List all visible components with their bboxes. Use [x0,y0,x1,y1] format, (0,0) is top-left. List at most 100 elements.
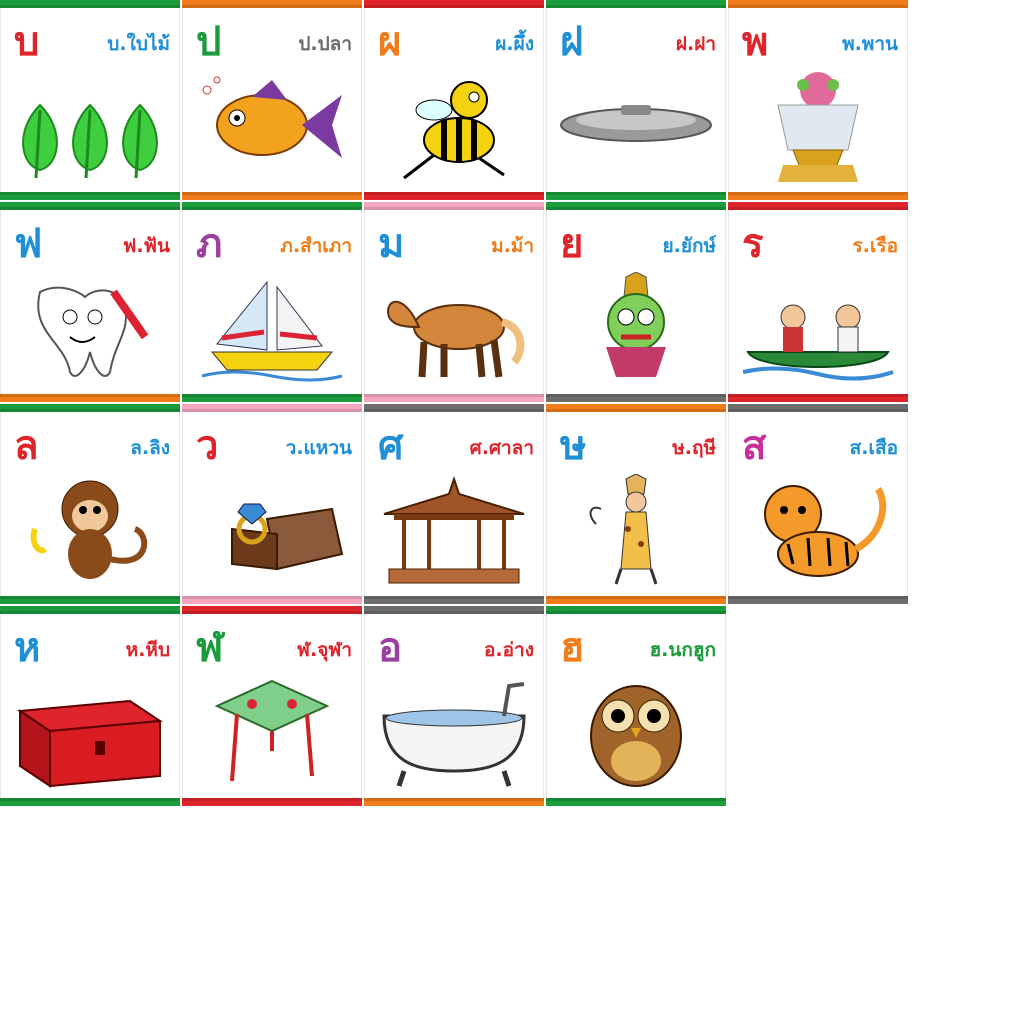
card-bottom-band [728,192,908,200]
card-top-band [182,202,362,210]
flashcard: ฟ ฟ.ฟัน [0,202,180,402]
fish-icon [192,70,352,185]
flashcard: ภ ภ.สำเภา [182,202,362,402]
card-word: ฮ.นกฮูก [649,639,716,661]
card-letter: ฮ [560,625,585,671]
card-word: ม.ม้า [491,235,534,257]
card-word: อ.อ่าง [484,639,534,661]
card-letter: ฬ [196,625,224,671]
card-word: ฟ.ฟัน [122,235,170,257]
card-bottom-band [0,596,180,604]
card-top-band [364,0,544,8]
chest-icon [10,676,170,791]
card-letter: ย [560,221,584,267]
flashcard: ป ป.ปลา [182,0,362,200]
flashcard: ฮ ฮ.นกฮูก [546,606,726,806]
monkey-icon [10,474,170,589]
card-letter: บ [14,19,40,65]
card-top-band [364,202,544,210]
bee-icon [374,70,534,185]
flashcard: ห ห.หีบ [0,606,180,806]
canoe-icon [738,272,898,387]
card-bottom-band [546,394,726,402]
card-word: ร.เรือ [852,235,898,257]
card-word: ภ.สำเภา [280,235,352,257]
card-word: ว.แหวน [285,437,352,459]
leaves-icon [10,70,170,185]
giant-icon [556,271,716,387]
card-word: ห.หีบ [125,639,170,661]
pavilion-icon [374,474,534,589]
card-bottom-band [182,596,362,604]
lid-icon [556,70,716,185]
card-top-band [0,606,180,614]
flashcard: ศ ศ.ศาลา [364,404,544,604]
card-top-band [0,0,180,8]
card-bottom-band [546,798,726,806]
card-top-band [364,606,544,614]
card-top-band [364,404,544,412]
card-top-band [0,202,180,210]
card-word: ล.ลิง [130,437,170,459]
flashcard: อ อ.อ่าง [364,606,544,806]
card-bottom-band [728,596,908,604]
card-top-band [546,202,726,210]
flashcard: ม ม.ม้า [364,202,544,402]
card-bottom-band [546,192,726,200]
offering-tray-icon [738,70,898,185]
card-top-band [728,404,908,412]
hermit-icon [556,473,716,589]
horse-icon [374,272,534,387]
flashcard: ร ร.เรือ [728,202,908,402]
card-top-band [182,404,362,412]
card-word: ศ.ศาลา [469,437,534,459]
card-letter: ม [378,221,405,267]
card-letter: ล [14,423,39,469]
flashcard: พ พ.พาน [728,0,908,200]
card-word: ษ.ฤษี [672,437,716,459]
card-bottom-band [364,798,544,806]
flashcard: ว ว.แหวน [182,404,362,604]
card-top-band [182,606,362,614]
card-bottom-band [0,798,180,806]
owl-icon [556,676,716,791]
card-bottom-band [182,192,362,200]
flashcard: ษ ษ.ฤษี [546,404,726,604]
card-top-band [728,0,908,8]
card-word: ส.เสือ [849,437,898,459]
card-top-band [0,404,180,412]
card-bottom-band [364,192,544,200]
card-letter: ห [14,625,41,671]
card-top-band [546,606,726,614]
bathtub-icon [374,676,534,791]
card-letter: ภ [196,221,223,267]
card-word: ป.ปลา [298,33,352,55]
card-word: บ.ใบไม้ [107,33,170,55]
card-letter: พ [742,19,769,65]
card-bottom-band [728,394,908,402]
card-word: ผ.ผึ้ง [495,33,534,55]
card-word: ฝ.ฝา [675,33,716,55]
card-letter: อ [378,625,403,671]
flashcard: ฬ ฬ.จุฬา [182,606,362,806]
card-letter: ว [196,423,219,469]
flashcard: ฝ ฝ.ฝา [546,0,726,200]
card-bottom-band [182,798,362,806]
flashcard: ย ย.ยักษ์ [546,202,726,402]
card-top-band [546,0,726,8]
card-bottom-band [364,596,544,604]
flashcard: ล ล.ลิง [0,404,180,604]
card-top-band [546,404,726,412]
card-letter: ผ [378,19,402,65]
card-letter: ร [742,221,764,267]
card-letter: ฝ [560,19,584,65]
card-letter: ศ [378,423,404,469]
card-word: ย.ยักษ์ [662,235,716,257]
card-letter: ษ [560,423,587,469]
ring-icon [192,474,352,589]
card-word: พ.พาน [842,33,898,55]
tiger-icon [738,474,898,589]
card-word: ฬ.จุฬา [297,639,352,661]
flashcard: บ บ.ใบไม้ [0,0,180,200]
card-top-band [182,0,362,8]
